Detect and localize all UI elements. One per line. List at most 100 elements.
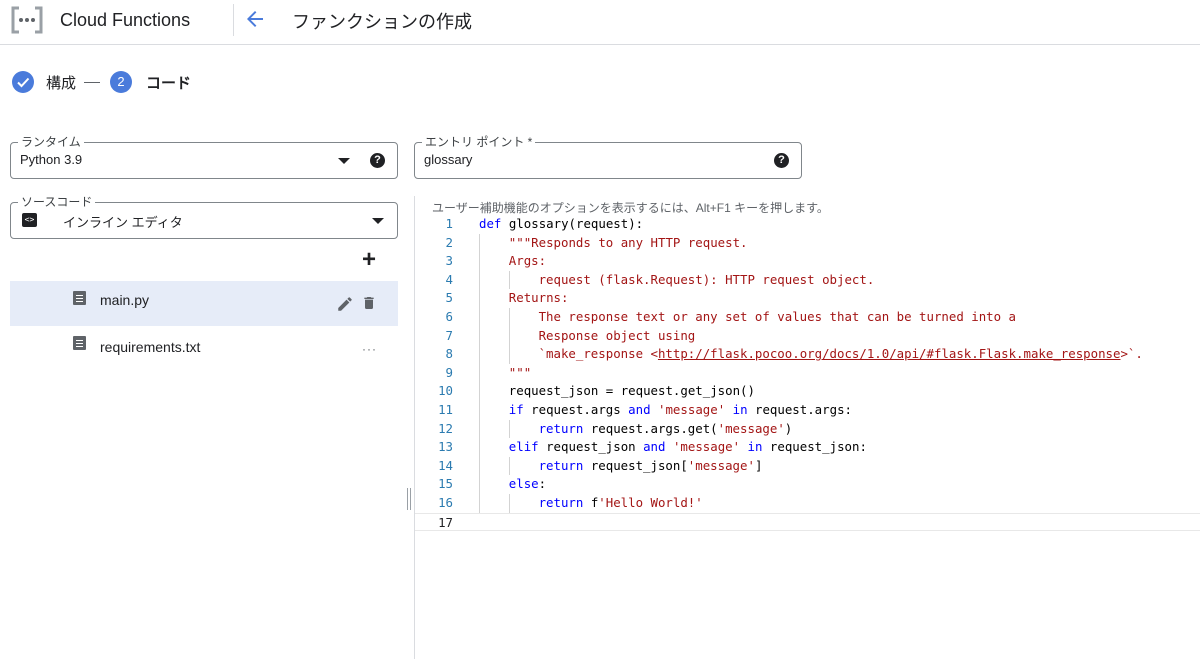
indent-guide bbox=[508, 326, 510, 346]
code-line[interactable]: 16 return f'Hello World!' bbox=[415, 494, 1200, 513]
code-text: Returns: bbox=[509, 289, 569, 308]
code-line[interactable]: 17 bbox=[415, 512, 1200, 532]
add-file-button[interactable]: + bbox=[359, 248, 379, 272]
pencil-icon[interactable] bbox=[336, 295, 354, 313]
line-number: 3 bbox=[445, 253, 453, 269]
file-name: requirements.txt bbox=[100, 339, 201, 355]
indent-guide bbox=[508, 308, 510, 327]
code-token: 'message' bbox=[658, 402, 726, 417]
code-token: return bbox=[538, 420, 584, 436]
line-number: 9 bbox=[445, 364, 453, 380]
indent-guide bbox=[508, 270, 510, 290]
code-line[interactable]: 6 The response text or any set of values … bbox=[415, 308, 1200, 327]
stepper: 構成 2 コード bbox=[12, 71, 191, 93]
code-token: and bbox=[643, 439, 666, 455]
source-code-select[interactable]: ソースコード <> インライン エディタ bbox=[10, 194, 398, 239]
line-number: 5 bbox=[445, 290, 453, 306]
entry-point-input[interactable]: glossary bbox=[424, 152, 472, 167]
app-title: Cloud Functions bbox=[60, 10, 191, 30]
resize-handle[interactable] bbox=[407, 488, 411, 510]
line-number: 8 bbox=[445, 346, 453, 362]
back-arrow-icon[interactable] bbox=[243, 7, 267, 31]
code-token: request_json = request.get_json() bbox=[508, 383, 755, 399]
code-text: return request_json['message'] bbox=[539, 457, 763, 476]
cloud-functions-logo-icon bbox=[11, 6, 43, 34]
code-text: """Responds to any HTTP request. bbox=[509, 234, 748, 253]
indent-guide bbox=[479, 363, 480, 383]
code-line[interactable]: 14 return request_json['message'] bbox=[415, 456, 1200, 476]
code-line[interactable]: 5 Returns: bbox=[415, 289, 1200, 308]
editor-accessibility-hint: ユーザー補助機能のオプションを表示するには、Alt+F1 キーを押します。 bbox=[432, 201, 829, 215]
code-token: `make_response < bbox=[538, 346, 658, 362]
code-token: 'message' bbox=[672, 439, 741, 455]
check-circle-icon[interactable] bbox=[12, 71, 34, 93]
source-code-label: ソースコード bbox=[18, 194, 96, 210]
indent-guide bbox=[479, 456, 480, 476]
line-number: 13 bbox=[438, 439, 453, 455]
file-row-main-py[interactable]: main.py bbox=[10, 281, 398, 326]
code-line[interactable]: 11 if request.args and 'message' in reque… bbox=[415, 401, 1200, 420]
code-line[interactable]: 13 elif request_json and 'message' in req… bbox=[415, 438, 1200, 457]
indent-guide bbox=[479, 382, 480, 401]
indent-guide bbox=[479, 419, 480, 439]
code-token: ] bbox=[754, 457, 763, 473]
code-line[interactable]: 10 request_json = request.get_json() bbox=[415, 382, 1200, 401]
code-text: request_json = request.get_json() bbox=[509, 382, 755, 401]
step-code-number: 2 bbox=[110, 71, 133, 93]
chevron-down-icon[interactable] bbox=[338, 158, 350, 164]
code-line[interactable]: 4 request (flask.Request): HTTP request o… bbox=[415, 270, 1200, 290]
help-icon[interactable]: ? bbox=[370, 153, 385, 168]
indent-guide bbox=[508, 456, 510, 476]
code-text: """ bbox=[509, 364, 531, 383]
code-line[interactable]: 8 `make_response <http://flask.pocoo.org/… bbox=[415, 345, 1200, 364]
code-text: return request.args.get('message') bbox=[539, 420, 793, 439]
indent-guide bbox=[479, 345, 480, 364]
code-token: 'Hello World!' bbox=[598, 495, 703, 510]
source-code-value: インライン エディタ bbox=[63, 215, 183, 230]
code-token: >`. bbox=[1120, 346, 1143, 362]
code-token: and bbox=[628, 402, 651, 417]
code-token: The response text or any set of values t… bbox=[538, 309, 1017, 324]
indent-guide bbox=[479, 475, 480, 494]
runtime-select[interactable]: ランタイム Python 3.9 ? bbox=[10, 134, 398, 179]
code-token: http://flask.pocoo.org/docs/1.0/api/#fla… bbox=[657, 346, 1121, 362]
indent-guide bbox=[508, 494, 510, 513]
indent-guide bbox=[479, 233, 480, 253]
entry-point-field[interactable]: エントリ ポイント * glossary ? bbox=[414, 134, 802, 179]
indent-guide bbox=[508, 345, 510, 364]
code-token: request_json[ bbox=[583, 457, 688, 473]
code-line[interactable]: 12 return request.args.get('message') bbox=[415, 419, 1200, 439]
code-token: in bbox=[732, 402, 748, 417]
code-line[interactable]: 9 """ bbox=[415, 363, 1200, 383]
code-line[interactable]: 3 Args: bbox=[415, 252, 1200, 271]
indent-guide bbox=[479, 438, 480, 457]
code-editor[interactable]: 1 def glossary(request): 2 """Responds to a… bbox=[415, 215, 1200, 659]
code-text: elif request_json and 'message' in reque… bbox=[509, 438, 867, 457]
code-line[interactable]: 2 """Responds to any HTTP request. bbox=[415, 233, 1200, 253]
code-text: `make_response <http://flask.pocoo.org/d… bbox=[539, 345, 1143, 364]
file-name: main.py bbox=[100, 292, 150, 308]
step-config-label[interactable]: 構成 bbox=[46, 72, 76, 93]
code-line[interactable]: 7 Response object using bbox=[415, 326, 1200, 346]
indent-guide bbox=[479, 270, 480, 290]
code-token: Response object using bbox=[538, 327, 696, 343]
code-text: if request.args and 'message' in request… bbox=[509, 401, 852, 420]
indent-guide bbox=[479, 289, 480, 308]
code-text: return f'Hello World!' bbox=[539, 494, 703, 513]
line-number: 17 bbox=[438, 514, 453, 530]
code-token: Returns: bbox=[508, 290, 569, 306]
help-icon[interactable]: ? bbox=[774, 153, 789, 168]
chevron-down-icon[interactable] bbox=[372, 218, 384, 224]
entry-point-label: エントリ ポイント * bbox=[422, 134, 536, 150]
file-icon bbox=[73, 291, 86, 305]
code-token: request.args bbox=[523, 402, 629, 417]
trash-icon[interactable] bbox=[361, 294, 377, 312]
code-token: return bbox=[538, 457, 584, 473]
code-line[interactable]: 15 else: bbox=[415, 475, 1200, 494]
more-horiz-icon[interactable]: ··· bbox=[362, 342, 377, 356]
code-token: glossary(request): bbox=[501, 216, 644, 231]
file-row-requirements-txt[interactable]: requirements.txt ··· bbox=[10, 326, 398, 371]
code-line[interactable]: 1 def glossary(request): bbox=[415, 215, 1200, 234]
